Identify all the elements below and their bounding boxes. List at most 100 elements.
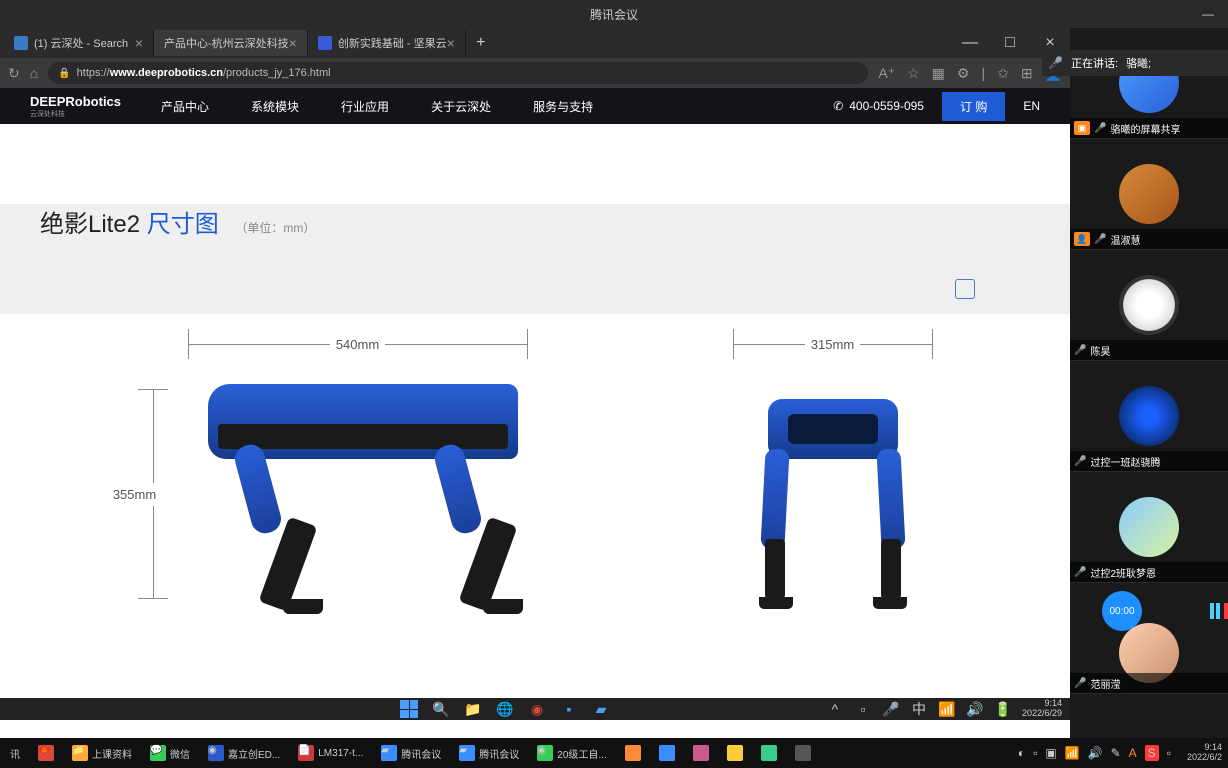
taskbar-item[interactable]: 🍁 [34,743,58,763]
collections-icon[interactable]: ⊞ [1021,65,1033,82]
browser-maximize[interactable]: □ [990,28,1030,58]
taskbar-item[interactable]: 📁上课资料 [68,743,136,763]
tray-icon[interactable]: 📶 [1065,746,1080,760]
participant-tile[interactable]: 🎤 过控2班耿梦恩 [1070,472,1228,583]
address-bar: ↻ ⌂ 🔒 https://www.deeprobotics.cn/produc… [0,58,1070,88]
mic-muted-icon: 🎤 [1074,678,1086,689]
divider: | [981,65,985,82]
taskbar-app-icon[interactable] [791,743,815,763]
tray-icon[interactable]: ▣ [1045,746,1056,760]
outer-taskbar: 讯 🍁 📁上课资料 💬微信 ◉嘉立创ED... 📄LM317-t... ▰腾讯会… [0,738,1228,768]
participant-tile[interactable]: 🎤 陈昊 [1070,250,1228,361]
mic-muted-icon: 🎤 [1074,345,1086,356]
settings-icon[interactable]: ⚙ [957,65,970,82]
taskbar-item[interactable]: ◉20级工自... [533,743,610,763]
taskbar-item[interactable]: 💬微信 [146,743,194,763]
taskbar-item[interactable]: ▰腾讯会议 [377,743,445,763]
read-aloud-icon[interactable]: A⁺ [878,65,895,82]
nav-support[interactable]: 服务与支持 [533,98,593,115]
nav-products[interactable]: 产品中心 [161,98,209,115]
edge-icon[interactable]: 🌐 [496,700,514,718]
browser-tab-2[interactable]: 产品中心-杭州云深处科技 × [154,30,308,56]
pause-icon[interactable] [1210,603,1220,619]
tray-icon[interactable]: A [1129,746,1137,760]
order-button[interactable]: 订 购 [942,92,1005,121]
expand-image-icon[interactable] [955,279,975,299]
browser-minimize[interactable]: — [950,28,990,58]
clock[interactable]: 9:14 2022/6/2 [1187,743,1222,763]
tray-icon[interactable]: ▫ [1167,746,1171,760]
search-icon[interactable]: 🔍 [432,700,450,718]
participant-tile[interactable]: ▣ 🎤 骆曦的屏幕共享 [1070,28,1228,139]
phone-number: ✆ 400-0559-095 [833,99,924,113]
taskbar-app-icon[interactable] [621,743,645,763]
speaking-indicator: 🎤 正在讲话: 骆曦; [1042,50,1228,76]
taskbar-app-icon[interactable] [757,743,781,763]
nav-industry[interactable]: 行业应用 [341,98,389,115]
close-tab-icon[interactable]: × [447,35,455,51]
tray-up-icon[interactable]: ^ [826,700,844,718]
site-navigation: DEEPRobotics 云深处科技 产品中心 系统模块 行业应用 关于云深处 … [0,88,1070,124]
volume-icon[interactable]: 🔊 [1088,746,1103,760]
participant-tile[interactable]: 00:00 🎤 范丽滢 [1070,583,1228,694]
tray-icon[interactable]: ✎ [1111,746,1121,760]
url-input[interactable]: 🔒 https://www.deeprobotics.cn/products_j… [48,62,868,84]
close-tab-icon[interactable]: × [289,35,297,51]
section-title: 绝影Lite2 尺寸图 （单位：mm） [40,204,1030,239]
nav-modules[interactable]: 系统模块 [251,98,299,115]
mic-icon: 🎤 [1094,123,1106,134]
tray-icon[interactable]: ◐ [1018,746,1025,760]
mic-tray-icon[interactable]: 🎤 [882,700,900,718]
mic-muted-icon: 🎤 [1094,234,1106,245]
meeting-title: 腾讯会议 [590,6,638,23]
battery-icon[interactable]: 🔋 [994,700,1012,718]
app-icon[interactable]: ▪ [560,700,578,718]
clock[interactable]: 9:14 2022/6/29 [1022,699,1062,719]
taskbar-app-icon[interactable] [655,743,679,763]
volume-icon[interactable]: 🔊 [966,700,984,718]
ime-icon[interactable]: 中 [910,700,928,718]
taskbar-app-icon[interactable] [723,743,747,763]
site-logo[interactable]: DEEPRobotics 云深处科技 [30,94,121,119]
ime-icon[interactable]: S [1145,745,1159,761]
phone-icon: ✆ [833,99,843,113]
mic-muted-icon: 🎤 [1048,56,1063,70]
timer-badge: 00:00 [1102,591,1142,631]
taskbar-item[interactable]: 📄LM317-t... [294,743,367,763]
browser-tab-3[interactable]: 创新实践基础 - 坚果云 × [308,30,466,56]
extension-icon[interactable]: ▦ [932,65,945,82]
dimension-height: 355mm [138,389,168,599]
inner-taskbar: 🔍 📁 🌐 ◉ ▪ ▰ ^ ▫ 🎤 中 📶 🔊 🔋 9:14 2022/6/29 [0,698,1070,720]
avatar [1119,275,1179,335]
participant-tile[interactable]: 🎤 过控一班赵骁腾 [1070,361,1228,472]
taskbar-app-icon[interactable] [689,743,713,763]
new-tab-button[interactable]: + [466,34,496,52]
taskbar-item[interactable]: 讯 [6,744,24,763]
minimize-button[interactable]: — [1188,0,1228,28]
browser-tab-1[interactable]: (1) 云深处 - Search × [4,30,154,56]
start-button[interactable] [400,700,418,718]
favorite-icon[interactable]: ☆ [907,65,920,82]
tray-icon[interactable]: ▫ [854,700,872,718]
taskbar-item[interactable]: ▰腾讯会议 [455,743,523,763]
wifi-icon[interactable]: 📶 [938,700,956,718]
participant-tile[interactable]: 👤 🎤 温淑慧 [1070,139,1228,250]
taskbar-item[interactable]: ◉嘉立创ED... [204,743,284,763]
dimension-length: 540mm [188,329,528,359]
tray-icon[interactable]: ▫ [1033,746,1037,760]
nav-about[interactable]: 关于云深处 [431,98,491,115]
explorer-icon[interactable]: 📁 [464,700,482,718]
favorites-bar-icon[interactable]: ✩ [997,65,1009,82]
share-badge-icon: ▣ [1074,121,1090,135]
language-toggle[interactable]: EN [1023,99,1040,113]
home-button[interactable]: ⌂ [30,65,38,81]
page-content: DEEPRobotics 云深处科技 产品中心 系统模块 行业应用 关于云深处 … [0,88,1070,738]
avatar [1119,386,1179,446]
refresh-button[interactable]: ↻ [8,65,20,82]
robot-front-view: 315mm [723,329,943,629]
close-tab-icon[interactable]: × [135,35,143,51]
meeting-title-bar: 腾讯会议 — [0,0,1228,28]
meeting-icon[interactable]: ▰ [592,700,610,718]
app-icon[interactable]: ◉ [528,700,546,718]
shared-browser-window: (1) 云深处 - Search × 产品中心-杭州云深处科技 × 创新实践基础… [0,28,1070,738]
